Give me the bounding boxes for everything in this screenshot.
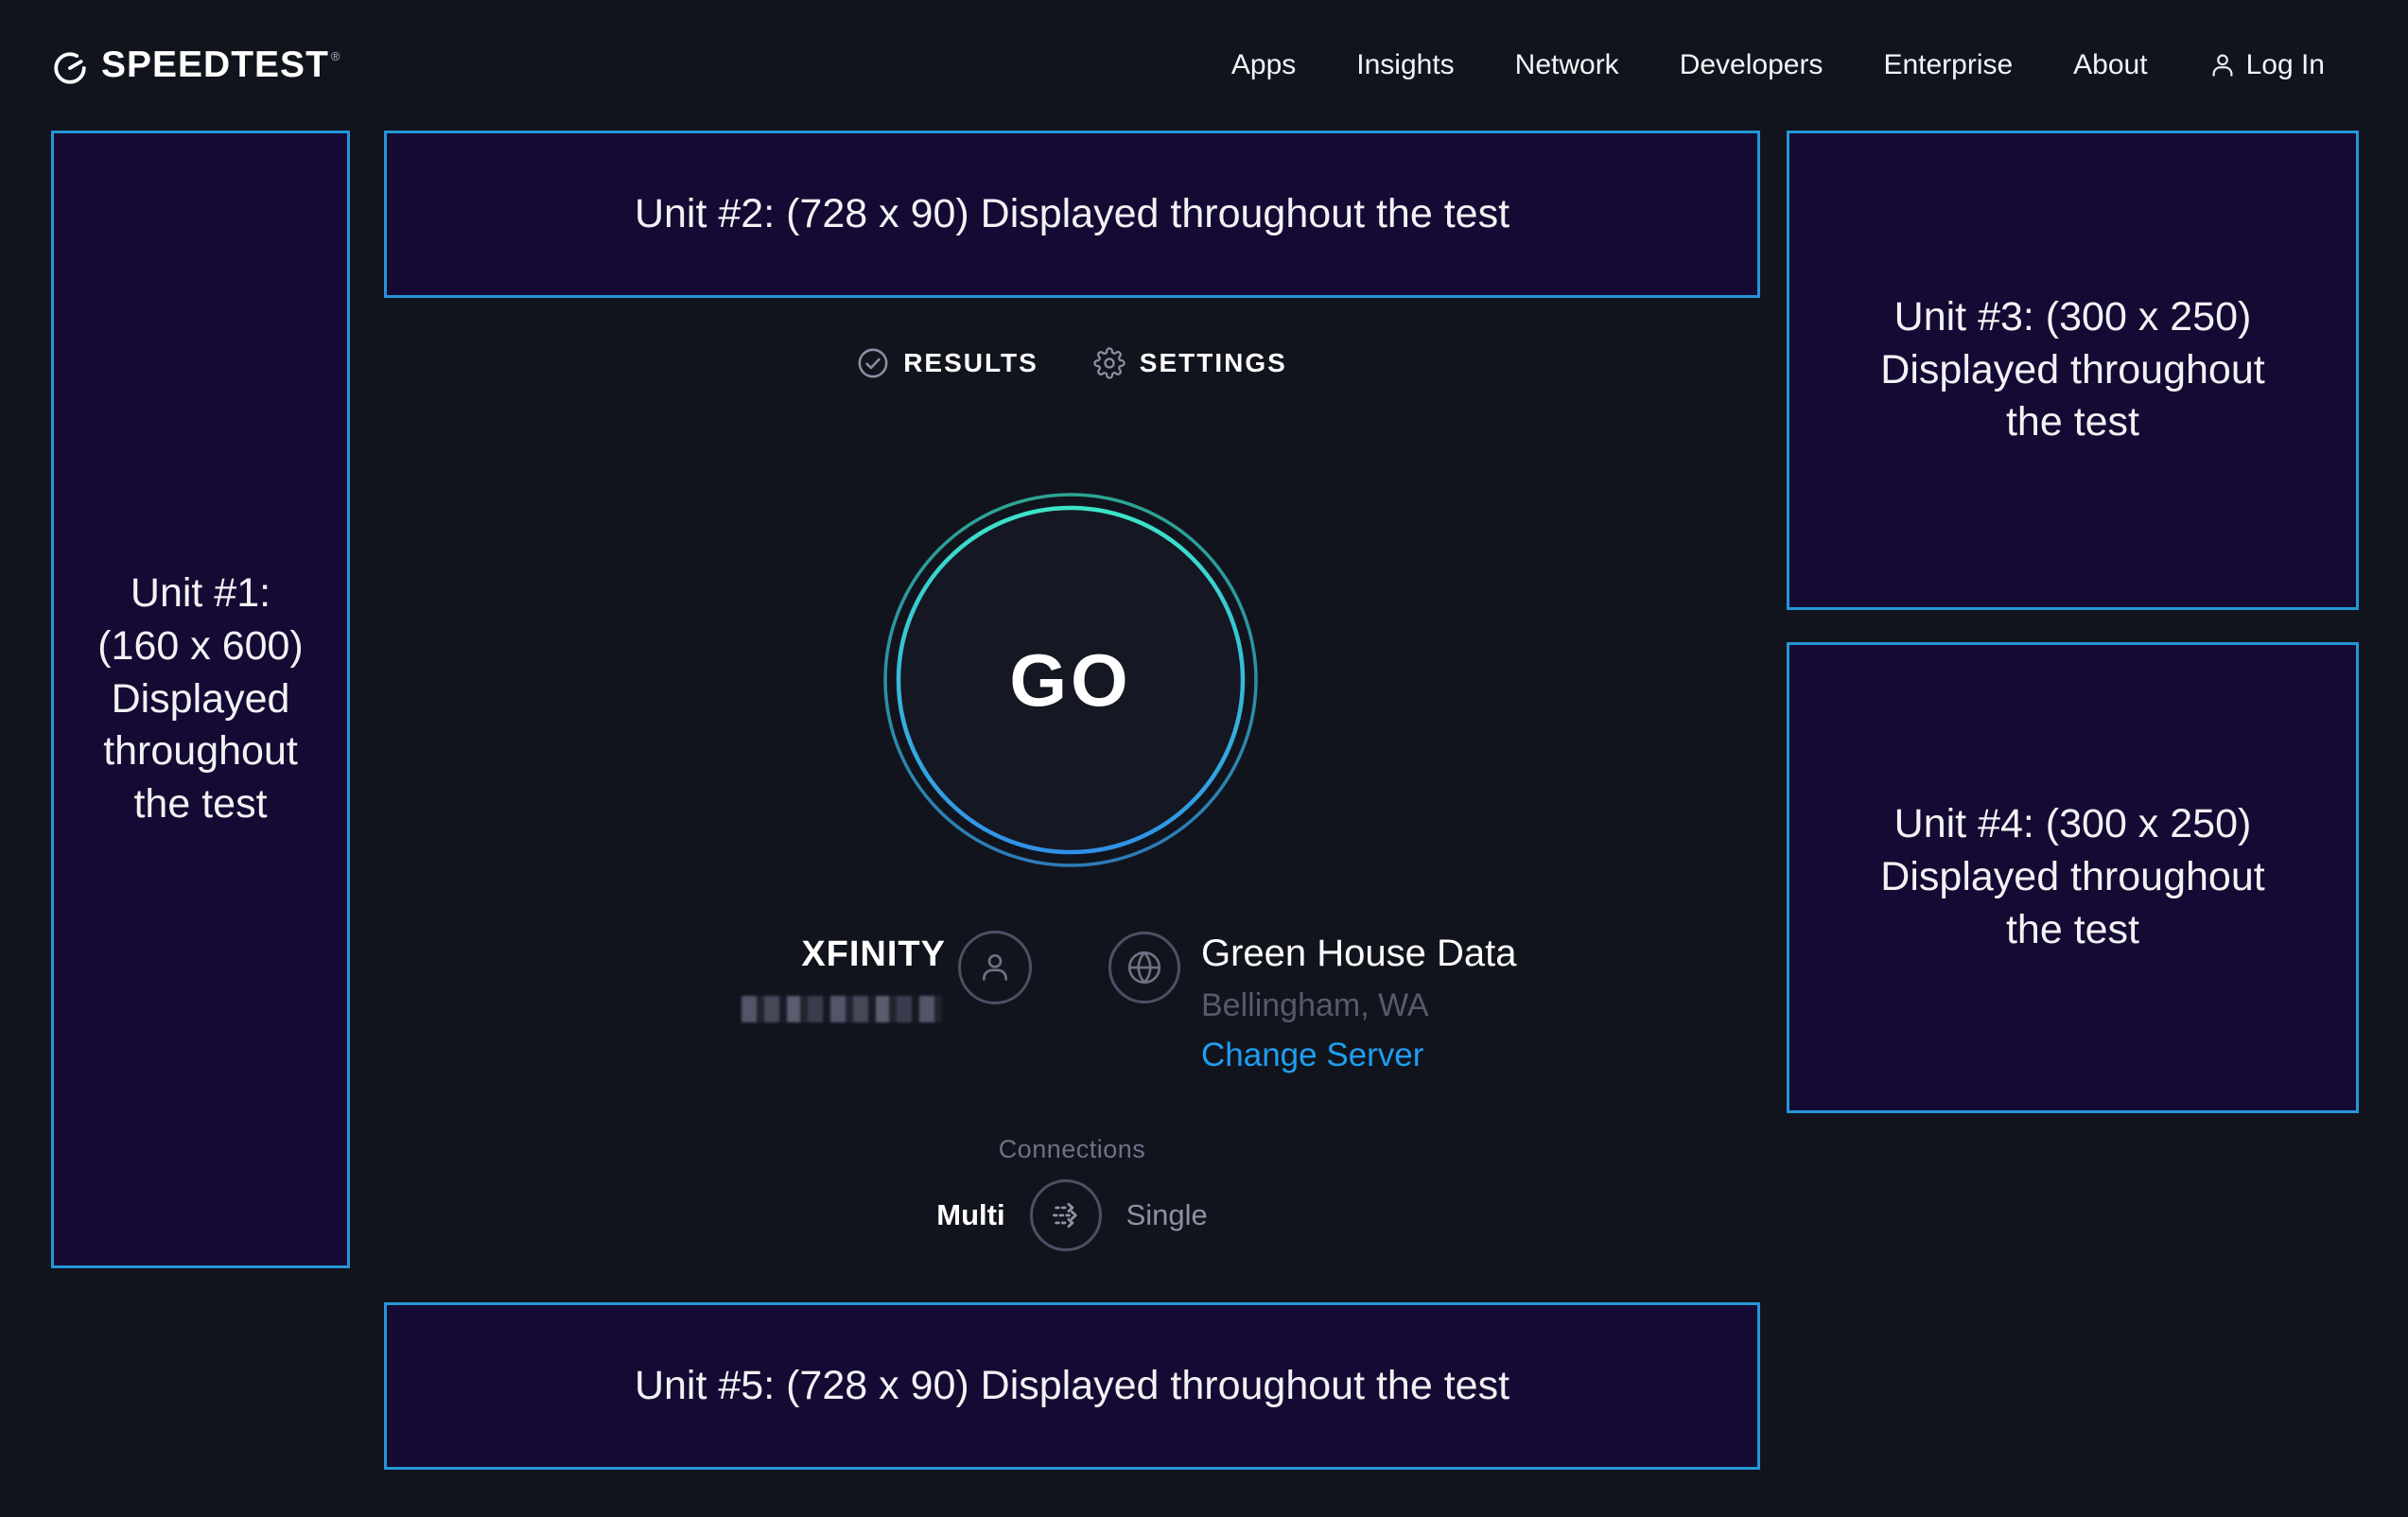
isp-badge: [958, 931, 1032, 1004]
top-nav-bar: SPEEDTEST ® Apps Insights Network Develo…: [0, 0, 2408, 131]
ad-unit-2[interactable]: Unit #2: (728 x 90) Displayed throughout…: [384, 131, 1760, 298]
ad-unit-4-text: Unit #4: (300 x 250) Displayed throughou…: [1880, 798, 2264, 957]
check-circle-icon: [857, 347, 889, 379]
nav-developers[interactable]: Developers: [1680, 49, 1823, 81]
connections-option-single[interactable]: Single: [1126, 1198, 1208, 1232]
change-server-link[interactable]: Change Server: [1201, 1037, 1517, 1073]
nav-login[interactable]: Log In: [2208, 49, 2325, 81]
isp-name: XFINITY: [662, 934, 946, 974]
ad-unit-5-text: Unit #5: (728 x 90) Displayed throughout…: [635, 1360, 1509, 1413]
connections-toggle-row: Multi Single: [384, 1179, 1760, 1251]
main-nav: Apps Insights Network Developers Enterpr…: [1231, 49, 2408, 81]
tab-settings-label: SETTINGS: [1140, 348, 1287, 378]
speedtest-page: SPEEDTEST ® Apps Insights Network Develo…: [0, 0, 2408, 1517]
ad-unit-2-text: Unit #2: (728 x 90) Displayed throughout…: [635, 188, 1509, 241]
speedtest-logo[interactable]: SPEEDTEST ®: [52, 44, 340, 87]
server-location: Bellingham, WA: [1201, 986, 1517, 1024]
go-label: GO: [872, 481, 1269, 879]
multi-connection-icon: [1044, 1194, 1088, 1237]
globe-icon: [1125, 948, 1164, 987]
isp-detail-redacted: [742, 996, 942, 1022]
server-badge: [1108, 932, 1180, 1003]
tab-settings[interactable]: SETTINGS: [1093, 347, 1287, 379]
login-label: Log In: [2246, 49, 2325, 81]
connections-label: Connections: [384, 1135, 1760, 1163]
server-info: Green House Data Bellingham, WA Change S…: [1201, 933, 1517, 1073]
ad-unit-1[interactable]: Unit #1: (160 x 600) Displayed throughou…: [51, 131, 350, 1268]
go-button[interactable]: GO: [872, 481, 1269, 879]
connections-option-multi[interactable]: Multi: [936, 1198, 1004, 1232]
logo-text: SPEEDTEST: [101, 44, 329, 87]
gear-icon: [1093, 347, 1125, 379]
logo-trademark: ®: [331, 49, 340, 63]
tab-results[interactable]: RESULTS: [857, 347, 1038, 379]
nav-insights[interactable]: Insights: [1356, 49, 1454, 81]
ad-unit-3-text: Unit #3: (300 x 250) Displayed throughou…: [1880, 291, 2264, 450]
nav-enterprise[interactable]: Enterprise: [1883, 49, 2013, 81]
ad-unit-5[interactable]: Unit #5: (728 x 90) Displayed throughout…: [384, 1302, 1760, 1470]
user-icon: [976, 949, 1014, 986]
ad-unit-4[interactable]: Unit #4: (300 x 250) Displayed throughou…: [1787, 642, 2359, 1113]
connections-toggle[interactable]: [1030, 1179, 1102, 1251]
results-settings-tabs: RESULTS SETTINGS: [384, 340, 1760, 386]
user-icon: [2208, 51, 2237, 79]
server-name: Green House Data: [1201, 933, 1517, 974]
tab-results-label: RESULTS: [903, 348, 1038, 378]
ad-unit-1-text: Unit #1: (160 x 600) Displayed throughou…: [97, 567, 304, 831]
ad-unit-3[interactable]: Unit #3: (300 x 250) Displayed throughou…: [1787, 131, 2359, 610]
nav-about[interactable]: About: [2073, 49, 2147, 81]
nav-apps[interactable]: Apps: [1231, 49, 1296, 81]
nav-network[interactable]: Network: [1515, 49, 1619, 81]
gauge-icon: [52, 50, 88, 86]
